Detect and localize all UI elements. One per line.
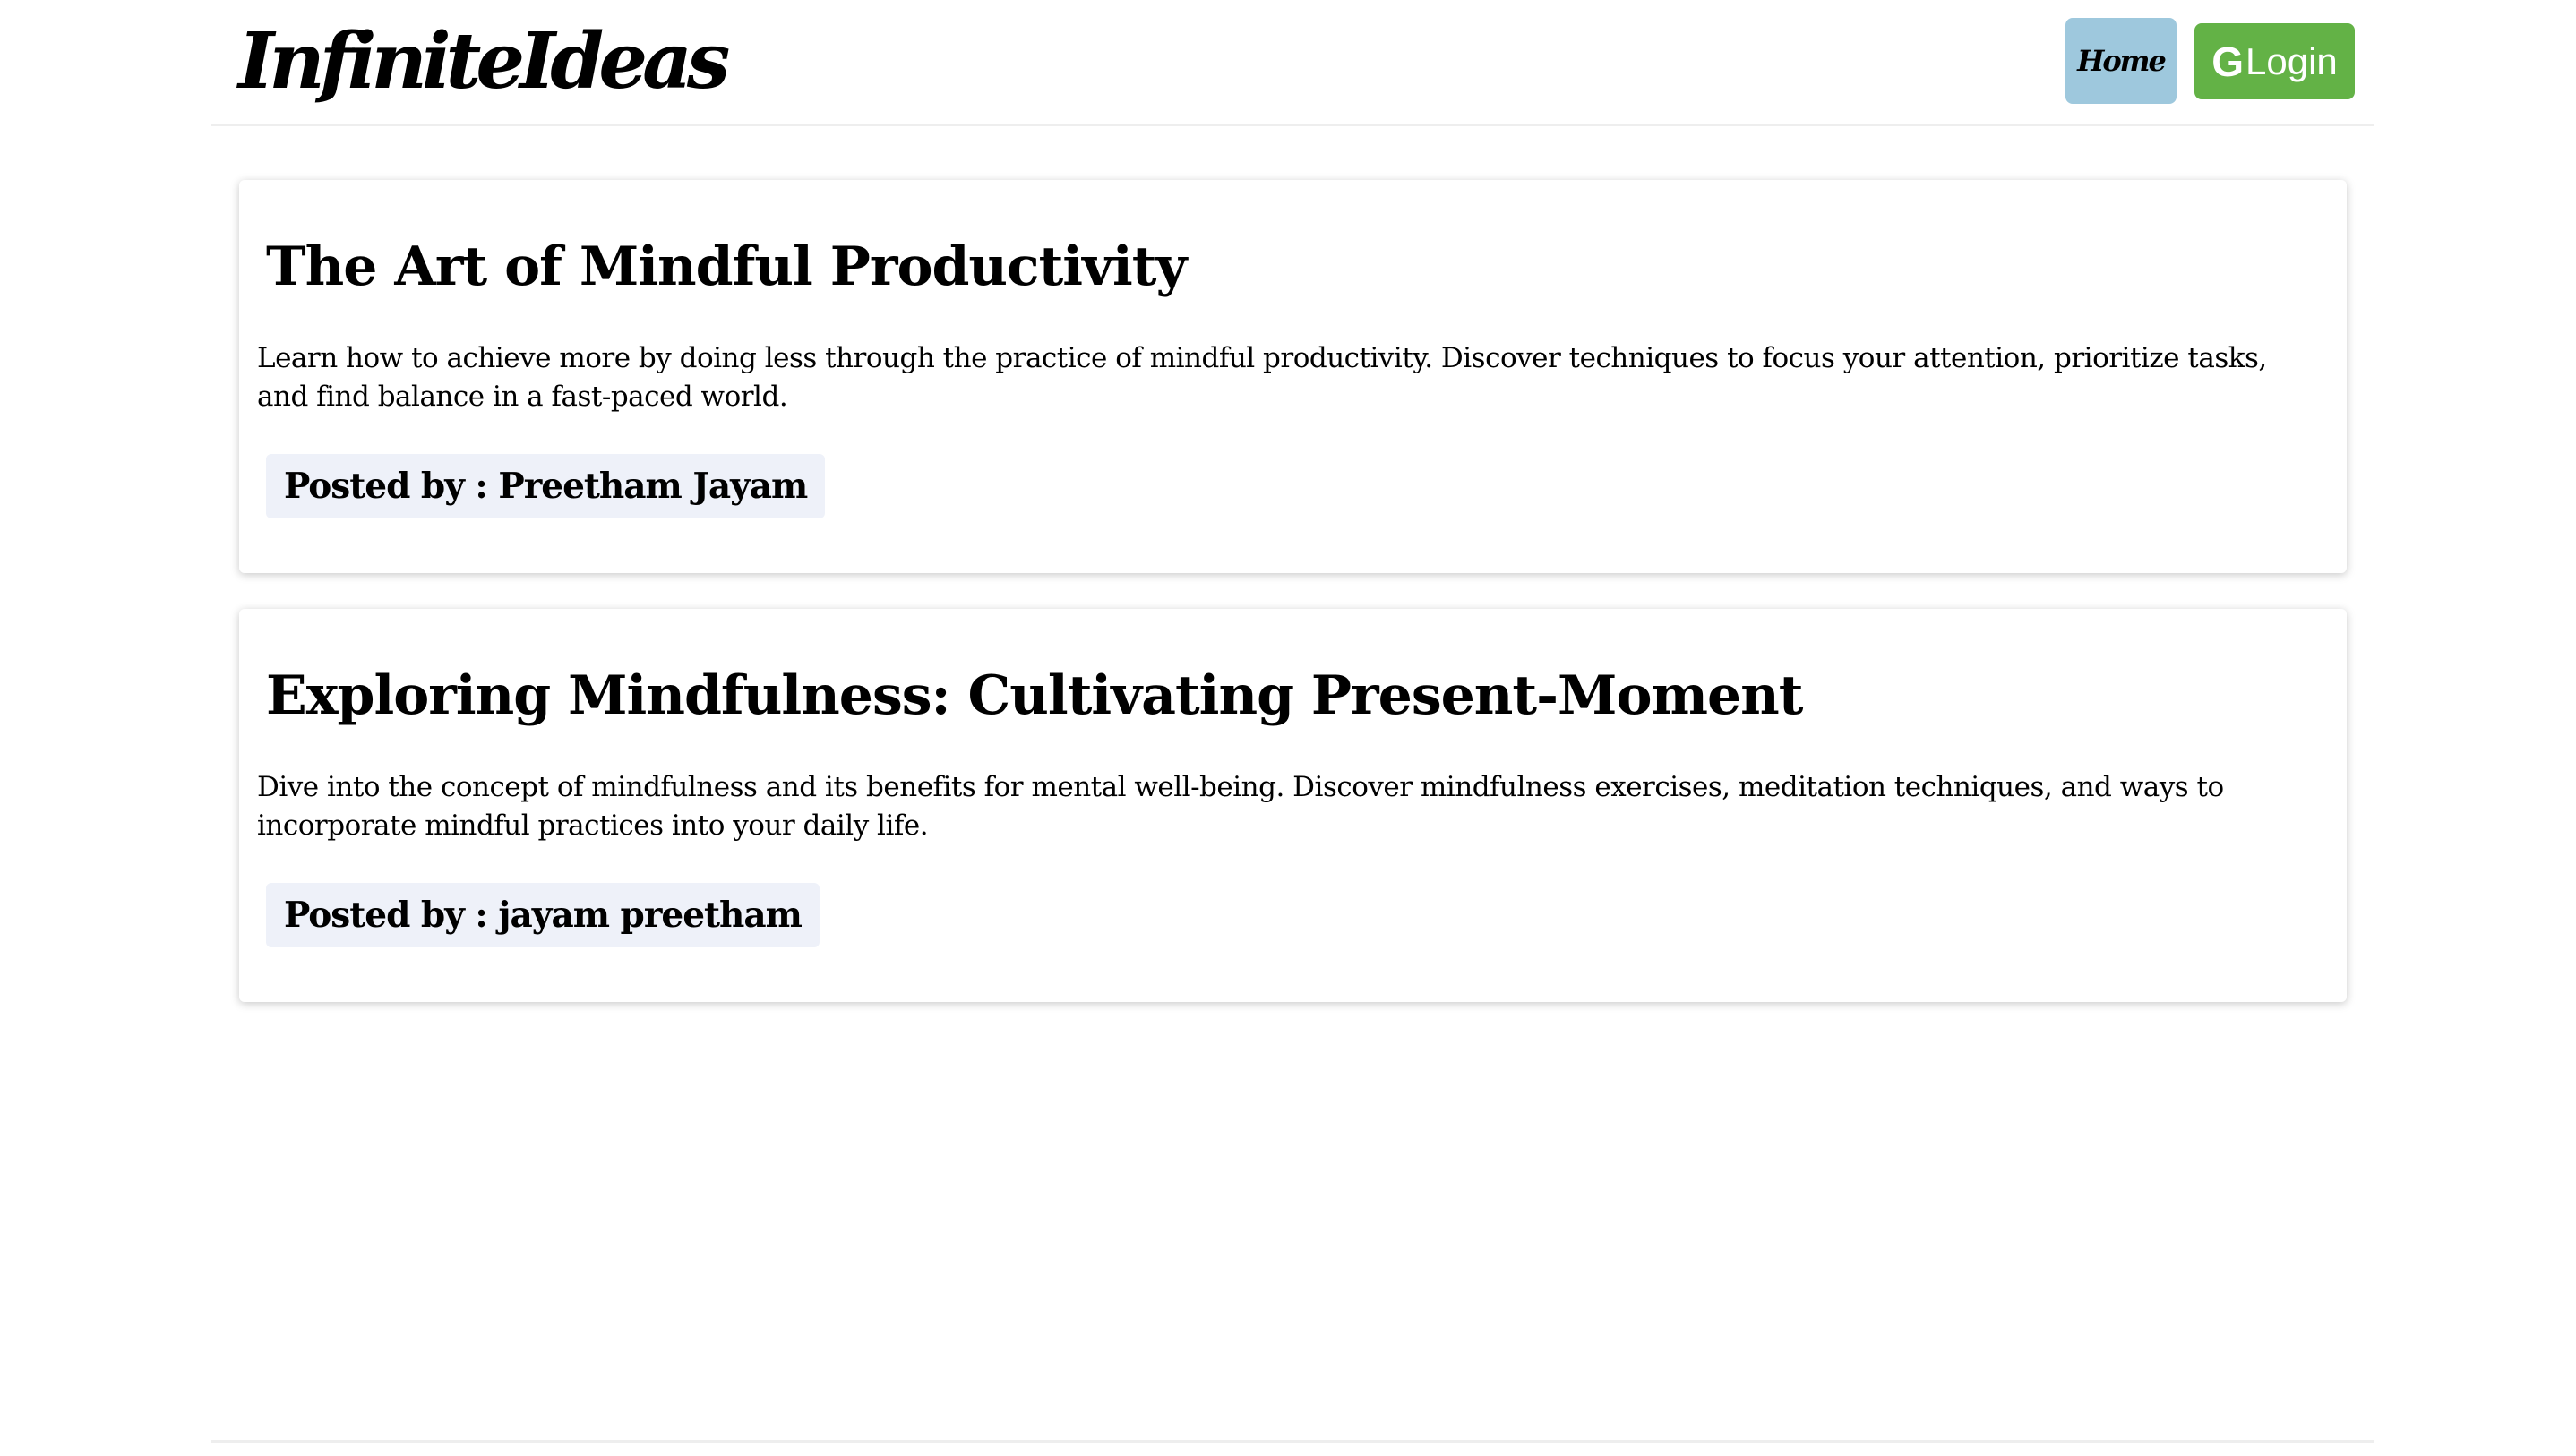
header: InfiniteIdeas Home G Login xyxy=(211,0,2374,126)
google-icon: G xyxy=(2211,38,2244,85)
login-label: Login xyxy=(2245,39,2338,82)
post-description: Dive into the concept of mindfulness and… xyxy=(257,771,2224,842)
home-button[interactable]: Home xyxy=(2065,18,2177,104)
google-login-button[interactable]: G Login xyxy=(2194,23,2355,99)
post-title[interactable]: Exploring Mindfulness: Cultivating Prese… xyxy=(266,664,1803,727)
logo[interactable]: InfiniteIdeas xyxy=(238,13,730,111)
post-title[interactable]: The Art of Mindful Productivity xyxy=(266,236,1187,298)
post-card[interactable]: Exploring Mindfulness: Cultivating Prese… xyxy=(239,609,2347,1002)
post-card[interactable]: The Art of Mindful Productivity Learn ho… xyxy=(239,180,2347,573)
posted-by-badge: Posted by : Preetham Jayam xyxy=(266,454,826,518)
posted-by-badge: Posted by : jayam preetham xyxy=(266,883,820,947)
post-description: Learn how to achieve more by doing less … xyxy=(257,342,2267,413)
footer-divider xyxy=(211,1440,2374,1443)
